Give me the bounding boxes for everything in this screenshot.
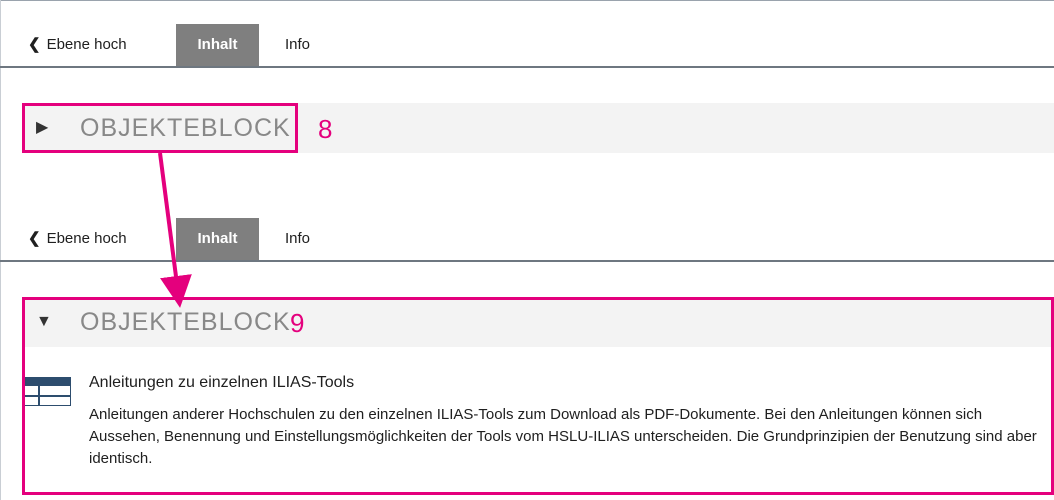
screenshot-canvas: ❮ Ebene hoch Inhalt Info ▶ OBJEKTEBLOCK 8… <box>0 0 1054 500</box>
connector-arrow <box>158 152 192 308</box>
